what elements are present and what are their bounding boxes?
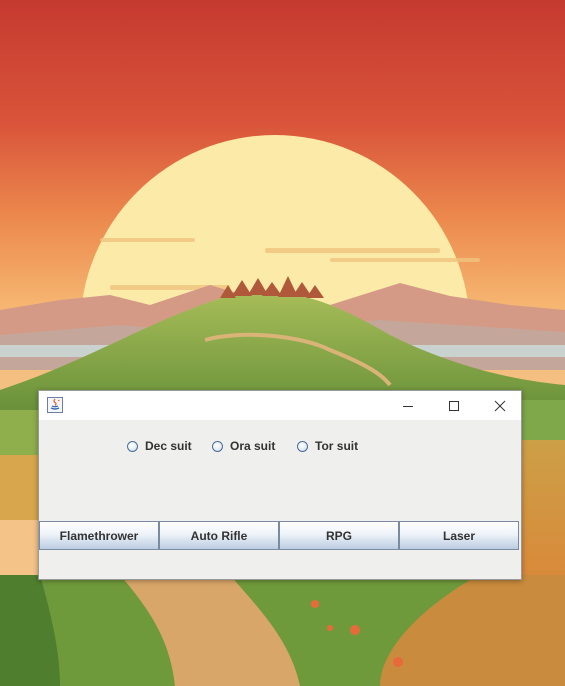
desktop-wallpaper [0, 0, 565, 686]
laser-button[interactable]: Laser [399, 521, 519, 550]
rpg-button[interactable]: RPG [279, 521, 399, 550]
radio-button-icon[interactable] [297, 440, 308, 452]
close-button[interactable] [477, 391, 523, 420]
radio-tor-suit[interactable]: Tor suit [297, 438, 358, 454]
java-app-icon [47, 397, 63, 413]
maximize-button[interactable] [431, 391, 477, 420]
radio-ora-suit[interactable]: Ora suit [212, 438, 275, 454]
flamethrower-button[interactable]: Flamethrower [39, 521, 159, 550]
auto-rifle-button[interactable]: Auto Rifle [159, 521, 279, 550]
app-window: Dec suit Ora suit Tor suit Flamethrower … [38, 390, 522, 580]
radio-label: Tor suit [315, 439, 359, 453]
close-icon [494, 400, 506, 411]
radio-button-icon[interactable] [127, 440, 138, 452]
radio-label: Ora suit [230, 439, 276, 453]
radio-dec-suit[interactable]: Dec suit [127, 438, 192, 454]
maximize-icon [449, 400, 459, 411]
window-titlebar[interactable] [39, 391, 521, 420]
minimize-button[interactable] [385, 391, 431, 420]
minimize-icon [403, 405, 413, 407]
radio-button-icon[interactable] [212, 440, 223, 452]
radio-label: Dec suit [145, 439, 192, 453]
